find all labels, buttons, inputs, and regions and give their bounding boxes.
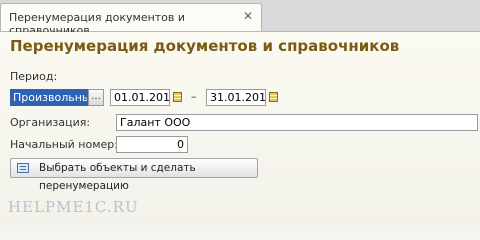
close-icon[interactable]: ✕ xyxy=(243,9,253,23)
period-type-field[interactable]: Произвольный xyxy=(10,89,88,106)
watermark: HELPME1C.RU xyxy=(8,198,139,216)
renumbering-form: Перенумерация документов и справочников … xyxy=(0,32,480,225)
button-label: Выбрать объекты и сделать перенумерацию xyxy=(39,162,196,192)
organization-field[interactable]: Галант ООО xyxy=(116,114,478,131)
page-title: Перенумерация документов и справочников xyxy=(10,37,400,55)
tab-renumbering[interactable]: Перенумерация документов и справочников … xyxy=(0,3,262,37)
tab-bar: Перенумерация документов и справочников … xyxy=(0,0,480,37)
period-dash: – xyxy=(191,90,197,103)
select-objects-icon xyxy=(17,163,29,173)
period-to-field[interactable]: 31.01.2014 xyxy=(206,89,266,106)
calendar-icon[interactable] xyxy=(170,90,184,104)
select-and-renumber-button[interactable]: Выбрать объекты и сделать перенумерацию xyxy=(10,158,258,192)
calendar-icon[interactable] xyxy=(266,90,280,104)
organization-label: Организация: xyxy=(10,116,91,129)
period-from-field[interactable]: 01.01.2014 xyxy=(110,89,170,106)
period-type-select-button[interactable]: ... xyxy=(88,89,104,106)
period-label: Период: xyxy=(10,70,58,83)
period-type-value: Произвольный xyxy=(11,90,87,105)
start-number-label: Начальный номер: xyxy=(10,138,118,151)
start-number-field[interactable]: 0 xyxy=(116,136,188,153)
